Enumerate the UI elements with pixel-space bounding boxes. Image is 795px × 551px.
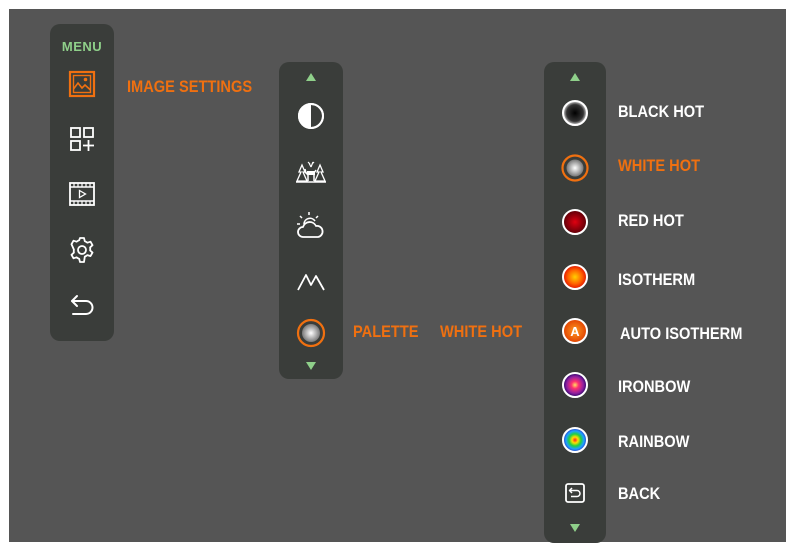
main-menu-panel: MENU [50, 24, 114, 341]
palette-label: PALETTE [353, 322, 419, 341]
white-hot-swatch-icon[interactable] [560, 153, 590, 183]
isotherm-swatch-icon[interactable] [560, 262, 590, 292]
image-settings-label: IMAGE SETTINGS [127, 77, 253, 96]
scroll-up-icon[interactable] [306, 73, 316, 81]
weather-icon[interactable] [294, 209, 328, 243]
contrast-icon[interactable] [294, 99, 328, 133]
palette-item-label[interactable]: WHITE HOT [618, 156, 700, 176]
scroll-down-icon[interactable] [306, 362, 316, 370]
add-widget-icon[interactable] [66, 123, 98, 155]
sharpness-wave-icon[interactable] [294, 264, 328, 298]
palette-item-label[interactable]: ISOTHERM [618, 270, 695, 290]
black-hot-swatch-icon[interactable] [560, 98, 590, 128]
palette-list-panel: A [544, 62, 606, 543]
back-icon[interactable] [560, 478, 590, 508]
auto-isotherm-swatch-icon[interactable]: A [560, 316, 590, 346]
palette-item-label[interactable]: RAINBOW [618, 432, 689, 452]
palette-item-label[interactable]: AUTO ISOTHERM [620, 324, 742, 344]
palette-item-label[interactable]: IRONBOW [618, 377, 690, 397]
auto-isotherm-badge: A [570, 324, 580, 339]
rainbow-swatch-icon[interactable] [560, 425, 590, 455]
palette-item-label[interactable]: BLACK HOT [618, 102, 704, 122]
image-settings-icon[interactable] [66, 68, 98, 100]
palette-value: WHITE HOT [440, 322, 523, 341]
scroll-down-icon[interactable] [570, 524, 580, 532]
red-hot-swatch-icon[interactable] [560, 207, 590, 237]
scroll-up-icon[interactable] [570, 73, 580, 81]
back-arrow-icon[interactable] [66, 290, 98, 322]
scene-mode-deer-icon[interactable] [294, 154, 328, 188]
ironbow-swatch-icon[interactable] [560, 370, 590, 400]
image-settings-panel [279, 62, 343, 379]
palette-icon[interactable] [294, 316, 328, 350]
video-icon[interactable] [66, 178, 98, 210]
palette-item-label[interactable]: RED HOT [618, 211, 684, 231]
menu-title: MENU [61, 39, 103, 54]
palette-item-label[interactable]: BACK [618, 484, 660, 504]
gear-icon[interactable] [66, 234, 98, 266]
